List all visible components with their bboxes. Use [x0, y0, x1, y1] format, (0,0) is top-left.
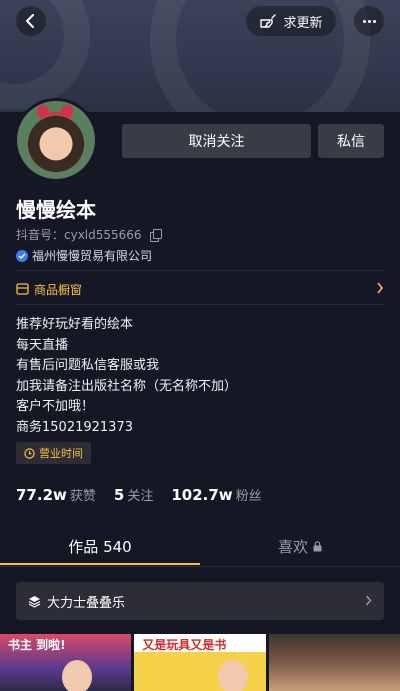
request-update-label: 求更新: [283, 15, 323, 31]
tab-works[interactable]: 作品 540: [0, 536, 200, 557]
lock-icon: [313, 541, 322, 552]
hand-point-icon: [260, 14, 277, 28]
thumbnail-caption: 书主 到啦!: [8, 638, 66, 652]
douyin-id-row[interactable]: 抖音号：cyxld555666: [16, 226, 162, 243]
active-tab-indicator: [0, 563, 200, 565]
stat-likes: 77.2w 获赞: [16, 485, 96, 504]
verified-check-icon: [16, 249, 28, 262]
back-button[interactable]: [16, 6, 46, 36]
copy-icon[interactable]: [149, 229, 162, 242]
tab-likes[interactable]: 喜欢: [200, 536, 400, 557]
clock-icon: [24, 447, 35, 459]
stat-followers-label: 粉丝: [235, 489, 262, 504]
chevron-left-icon: [26, 14, 34, 28]
shop-icon: [16, 283, 29, 295]
divider: [0, 566, 400, 567]
douyin-id: 抖音号：cyxld555666: [16, 228, 142, 242]
stat-likes-label: 获赞: [69, 489, 96, 504]
video-thumbnail[interactable]: 又是玩具又是书: [134, 634, 266, 691]
shop-window-entry[interactable]: 商品橱窗: [16, 280, 384, 298]
chevron-right-icon: [365, 595, 372, 606]
message-button[interactable]: 私信: [318, 124, 384, 158]
video-grid: 书主 到啦! 又是玩具又是书: [0, 634, 400, 691]
request-update-button[interactable]: 求更新: [246, 6, 336, 36]
divider: [16, 304, 384, 305]
verification-row: 福州慢慢贸易有限公司: [16, 247, 152, 264]
more-options-button[interactable]: [354, 6, 384, 36]
stat-following-label: 关注: [127, 489, 154, 504]
bio-line: 客户不加哦！: [16, 399, 95, 414]
content-tabs: 作品 540 喜欢: [0, 536, 400, 566]
stat-likes-count: 77.2w: [16, 486, 67, 504]
stat-following[interactable]: 5 关注: [114, 485, 153, 504]
dot: [367, 19, 371, 23]
bio-line: 加我请备注出版社名称（无名称不加）: [16, 378, 238, 394]
thumbnail-person: [218, 660, 249, 691]
stat-following-count: 5: [113, 486, 125, 504]
bio-line: 有售后问题私信客服或我: [16, 358, 160, 373]
collection-entry[interactable]: 大力士叠叠乐: [16, 582, 384, 620]
bio-line: 推荐好玩好看的绘本: [16, 317, 134, 332]
stat-followers-count: 102.7w: [171, 486, 233, 504]
divider: [16, 270, 384, 271]
profile-name: 慢慢绘本: [16, 198, 96, 222]
tab-likes-label: 喜欢: [277, 538, 308, 556]
profile-banner: [0, 0, 400, 112]
bow-icon: [37, 105, 73, 120]
avatar-image: [17, 101, 95, 179]
layers-icon: [28, 595, 41, 608]
thumbnail-caption: 又是玩具又是书: [142, 638, 227, 652]
video-thumbnail[interactable]: [268, 634, 400, 691]
profile-stats: 77.2w 获赞 5 关注 102.7w 粉丝: [16, 485, 262, 504]
shop-label: 商品橱窗: [34, 282, 83, 297]
avatar[interactable]: [14, 98, 98, 182]
collection-label: 大力士叠叠乐: [47, 595, 126, 611]
chevron-right-icon: [377, 282, 384, 294]
thumbnail-person: [62, 660, 92, 691]
verified-org: 福州慢慢贸易有限公司: [32, 249, 153, 263]
video-thumbnail[interactable]: 书主 到啦!: [0, 634, 132, 691]
unfollow-button[interactable]: 取消关注: [122, 124, 311, 158]
business-hours-label: 营业时间: [39, 447, 83, 460]
business-hours-tag[interactable]: 营业时间: [16, 442, 91, 464]
stat-followers[interactable]: 102.7w 粉丝: [171, 485, 261, 504]
bio-line: 每天直播: [16, 337, 69, 353]
bio: 推荐好玩好看的绘本 每天直播 有售后问题私信客服或我 加我请备注出版社名称（无名…: [16, 315, 237, 438]
dot: [362, 19, 366, 23]
bio-line: 商务15021921373: [16, 419, 133, 435]
dot: [372, 19, 376, 23]
